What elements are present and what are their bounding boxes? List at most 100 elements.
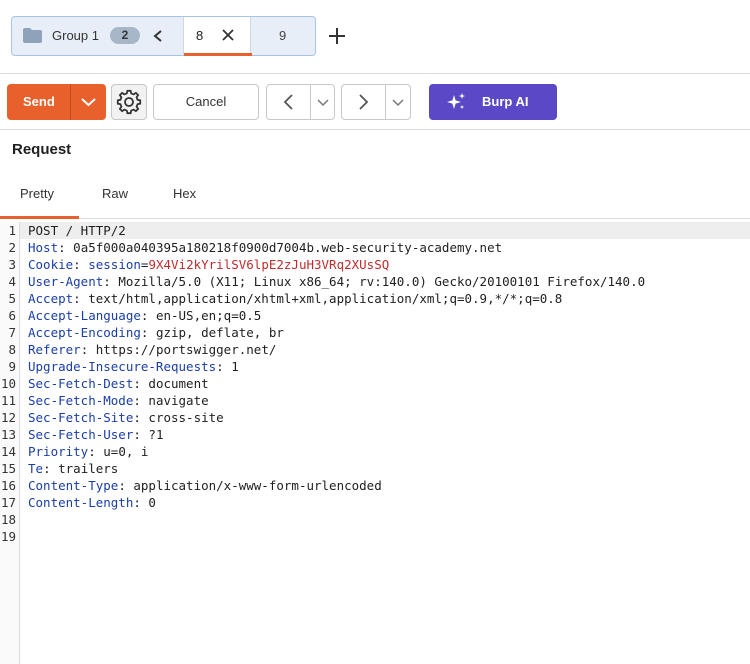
header-value: navigate — [148, 393, 209, 408]
header-separator: : — [133, 495, 149, 510]
code-line: Cookie: session=9X4Vi2kYrilSV6lpE2zJuH3V… — [28, 256, 389, 273]
header-value: ?1 — [148, 427, 164, 442]
line-number: 18 — [0, 512, 16, 527]
header-separator: : — [140, 325, 156, 340]
request-panel-title: Request — [12, 141, 72, 158]
settings-button[interactable] — [111, 84, 147, 120]
code-line: Sec-Fetch-Site: cross-site — [28, 409, 224, 426]
line-number: 13 — [0, 427, 16, 442]
burp-ai-label: Burp AI — [482, 94, 529, 109]
code-line: User-Agent: Mozilla/5.0 (X11; Linux x86_… — [28, 273, 645, 290]
line-number: 1 — [8, 223, 16, 238]
header-separator: : — [140, 308, 156, 323]
header-name: Upgrade-Insecure-Requests — [28, 359, 217, 374]
line-number: 19 — [0, 529, 16, 544]
arrow-right-icon — [359, 94, 369, 110]
history-back-group — [266, 84, 335, 120]
burp-ai-button[interactable]: Burp AI — [429, 84, 557, 120]
current-line-highlight — [20, 222, 750, 239]
line-number: 7 — [8, 325, 16, 340]
plus-icon[interactable] — [327, 26, 347, 46]
header-name: Accept — [28, 291, 74, 306]
header-name: Priority — [28, 444, 89, 459]
line-number: 8 — [8, 342, 16, 357]
history-back-button[interactable] — [267, 85, 311, 119]
tab-8[interactable]: 8 — [183, 17, 252, 56]
header-name: Sec-Fetch-Dest — [28, 376, 134, 391]
chevron-down-icon[interactable] — [71, 84, 106, 120]
code-line: Accept-Encoding: gzip, deflate, br — [28, 324, 284, 341]
code-line: POST / HTTP/2 — [28, 222, 126, 239]
header-value: POST / HTTP/2 — [28, 223, 126, 238]
code-line: Sec-Fetch-Mode: navigate — [28, 392, 209, 409]
header-separator: : — [133, 393, 149, 408]
header-separator: : — [88, 444, 104, 459]
code-line: Referer: https://portswigger.net/ — [28, 341, 276, 358]
header-separator: : — [58, 240, 74, 255]
gear-icon — [116, 89, 142, 115]
cancel-button[interactable]: Cancel — [153, 84, 259, 120]
tab-raw[interactable]: Raw — [102, 186, 128, 201]
header-value: en-US,en;q=0.5 — [155, 308, 262, 323]
line-number: 11 — [0, 393, 16, 408]
header-value: u=0, i — [103, 444, 149, 459]
history-back-dropdown[interactable] — [311, 85, 335, 119]
chevron-down-icon — [392, 99, 404, 107]
tab-group-header[interactable]: Group 1 2 — [12, 17, 183, 55]
header-value: 0 — [148, 495, 156, 510]
tab-group: Group 1 2 8 9 — [11, 16, 316, 56]
code-line: Sec-Fetch-Dest: document — [28, 375, 209, 392]
header-value: text/html,application/xhtml+xml,applicat… — [88, 291, 563, 306]
chevron-left-icon[interactable] — [151, 26, 165, 46]
header-value: application/x-www-form-urlencoded — [133, 478, 382, 493]
header-name: Content-Type — [28, 478, 119, 493]
tab-8-label: 8 — [196, 28, 204, 43]
line-number: 10 — [0, 376, 16, 391]
line-number: 4 — [8, 274, 16, 289]
line-number: 3 — [8, 257, 16, 272]
arrow-left-icon — [283, 94, 293, 110]
tab-group-count-badge: 2 — [110, 27, 140, 44]
line-number: 5 — [8, 291, 16, 306]
header-name: Sec-Fetch-Site — [28, 410, 134, 425]
send-button[interactable]: Send — [7, 84, 106, 120]
header-name: Sec-Fetch-User — [28, 427, 134, 442]
code-line: Accept-Language: en-US,en;q=0.5 — [28, 307, 261, 324]
header-value: gzip, deflate, br — [155, 325, 284, 340]
code-line: Accept: text/html,application/xhtml+xml,… — [28, 290, 562, 307]
request-editor[interactable]: 1 POST / HTTP/2 2 Host: 0a5f000a040395a1802… — [0, 222, 750, 664]
header-name: User-Agent — [28, 274, 104, 289]
request-toolbar: Send Cancel Burp AI — [0, 74, 750, 130]
code-line: Te: trailers — [28, 460, 118, 477]
sparkle-icon — [447, 93, 465, 109]
code-line: Content-Type: application/x-www-form-url… — [28, 477, 382, 494]
tab-9[interactable]: 9 — [252, 17, 315, 55]
history-forward-dropdown[interactable] — [386, 85, 410, 119]
header-name: Accept-Language — [28, 308, 141, 323]
header-value: https://portswigger.net/ — [95, 342, 277, 357]
line-number: 16 — [0, 478, 16, 493]
chevron-down-icon — [317, 99, 329, 107]
header-name: Cookie — [28, 257, 74, 272]
header-name: Te — [28, 461, 44, 476]
line-number: 2 — [8, 240, 16, 255]
header-separator: : — [73, 291, 89, 306]
header-separator: : — [133, 376, 149, 391]
header-name: Referer — [28, 342, 81, 357]
history-forward-button[interactable] — [342, 85, 386, 119]
line-number: 12 — [0, 410, 16, 425]
header-separator: : — [43, 461, 59, 476]
code-line: Upgrade-Insecure-Requests: 1 — [28, 358, 239, 375]
active-view-tab-underline — [0, 216, 79, 219]
header-name: Accept-Encoding — [28, 325, 141, 340]
active-tab-underline — [184, 53, 252, 56]
tab-hex[interactable]: Hex — [173, 186, 196, 201]
header-value: 0a5f000a040395a180218f0900d7004b.web-sec… — [73, 240, 503, 255]
tab-pretty[interactable]: Pretty — [20, 186, 54, 201]
code-line: Priority: u=0, i — [28, 443, 148, 460]
header-name: Content-Length — [28, 495, 134, 510]
header-value: document — [148, 376, 209, 391]
header-separator: : — [118, 478, 134, 493]
header-name: Sec-Fetch-Mode — [28, 393, 134, 408]
close-icon[interactable] — [221, 28, 235, 42]
